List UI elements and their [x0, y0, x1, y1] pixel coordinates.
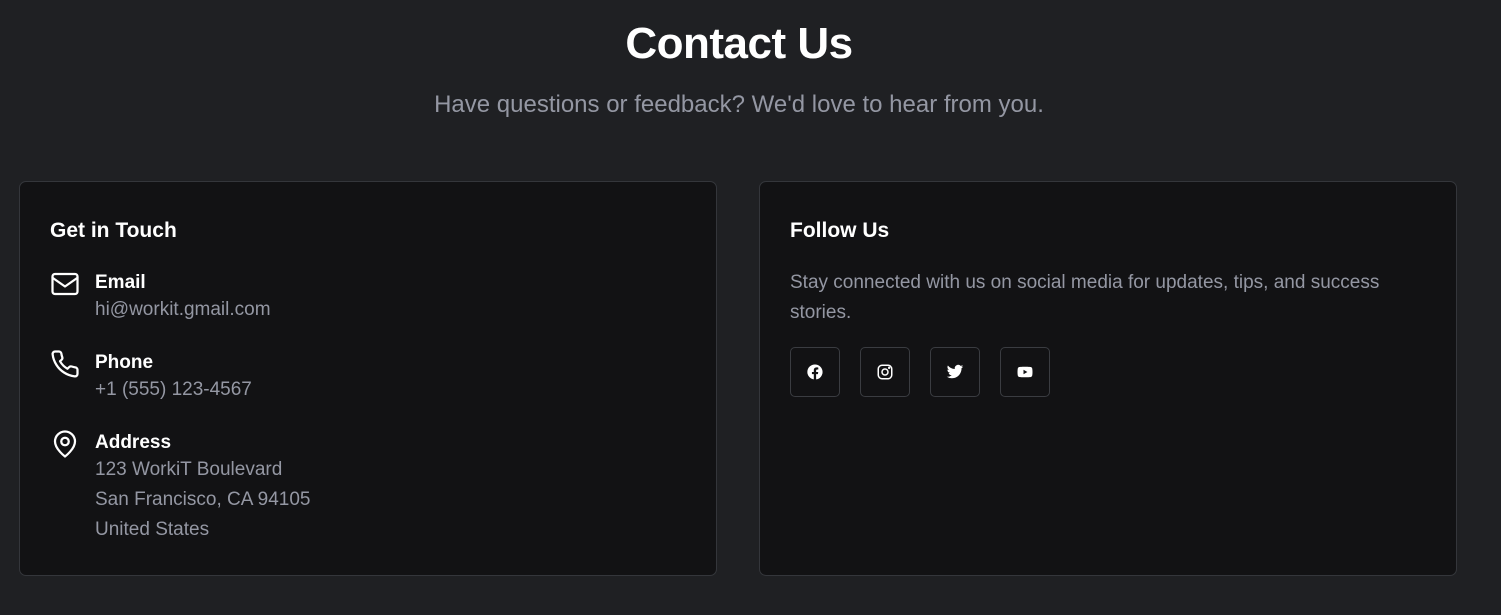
address-label: Address [95, 432, 172, 453]
address-line-1: 123 WorkiT Boulevard [95, 459, 283, 480]
get-in-touch-card: Get in Touch Email hi@workit.gmail.com P… [19, 181, 717, 576]
facebook-button[interactable] [790, 347, 840, 397]
facebook-icon [806, 363, 824, 381]
address-line-2: San Francisco, CA 94105 [95, 489, 311, 510]
twitter-button[interactable] [930, 347, 980, 397]
youtube-button[interactable] [1000, 347, 1050, 397]
get-in-touch-title: Get in Touch [50, 219, 177, 242]
follow-us-text: Stay connected with us on social media f… [790, 272, 1380, 323]
instagram-icon [876, 363, 894, 381]
mail-icon [50, 269, 80, 299]
follow-us-card: Follow Us Stay connected with us on soci… [759, 181, 1457, 576]
social-links [790, 347, 1050, 397]
page-subtitle: Have questions or feedback? We'd love to… [434, 91, 1044, 118]
email-value[interactable]: hi@workit.gmail.com [95, 295, 271, 325]
address-line-3: United States [95, 519, 210, 540]
follow-us-title: Follow Us [790, 219, 890, 242]
youtube-icon [1016, 363, 1034, 381]
phone-icon [50, 349, 80, 379]
email-label: Email [95, 272, 146, 293]
phone-value[interactable]: +1 (555) 123-4567 [95, 375, 252, 405]
map-pin-icon [50, 429, 80, 459]
phone-label: Phone [95, 352, 154, 373]
twitter-icon [946, 363, 964, 381]
instagram-button[interactable] [860, 347, 910, 397]
page-title: Contact Us [625, 19, 853, 68]
